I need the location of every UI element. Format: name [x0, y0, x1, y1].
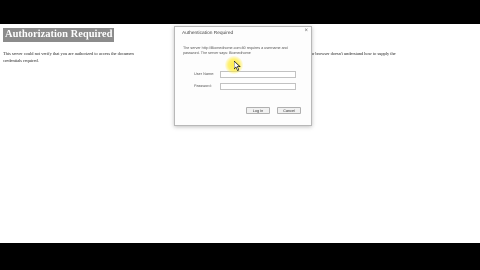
dialog-title: Authentication Required	[182, 31, 234, 36]
browser-page: Authorization Required This server could…	[0, 24, 480, 243]
password-input[interactable]	[220, 83, 296, 90]
body-text-left: This server could not verify that you ar…	[3, 51, 134, 56]
page-heading: Authorization Required	[3, 28, 115, 42]
dialog-message: The server http://Biomedhome.com:80 requ…	[183, 46, 288, 55]
cancel-button[interactable]: Cancel	[277, 107, 301, 114]
password-label: Password:	[194, 84, 212, 88]
authentication-dialog: Authentication Required × The server htt…	[174, 26, 312, 126]
username-label: User Name:	[194, 72, 215, 76]
body-text-line2: credentials required.	[3, 58, 39, 63]
login-button[interactable]: Log In	[246, 107, 270, 114]
close-icon[interactable]: ×	[304, 28, 308, 34]
arrow-cursor-icon	[234, 61, 241, 71]
